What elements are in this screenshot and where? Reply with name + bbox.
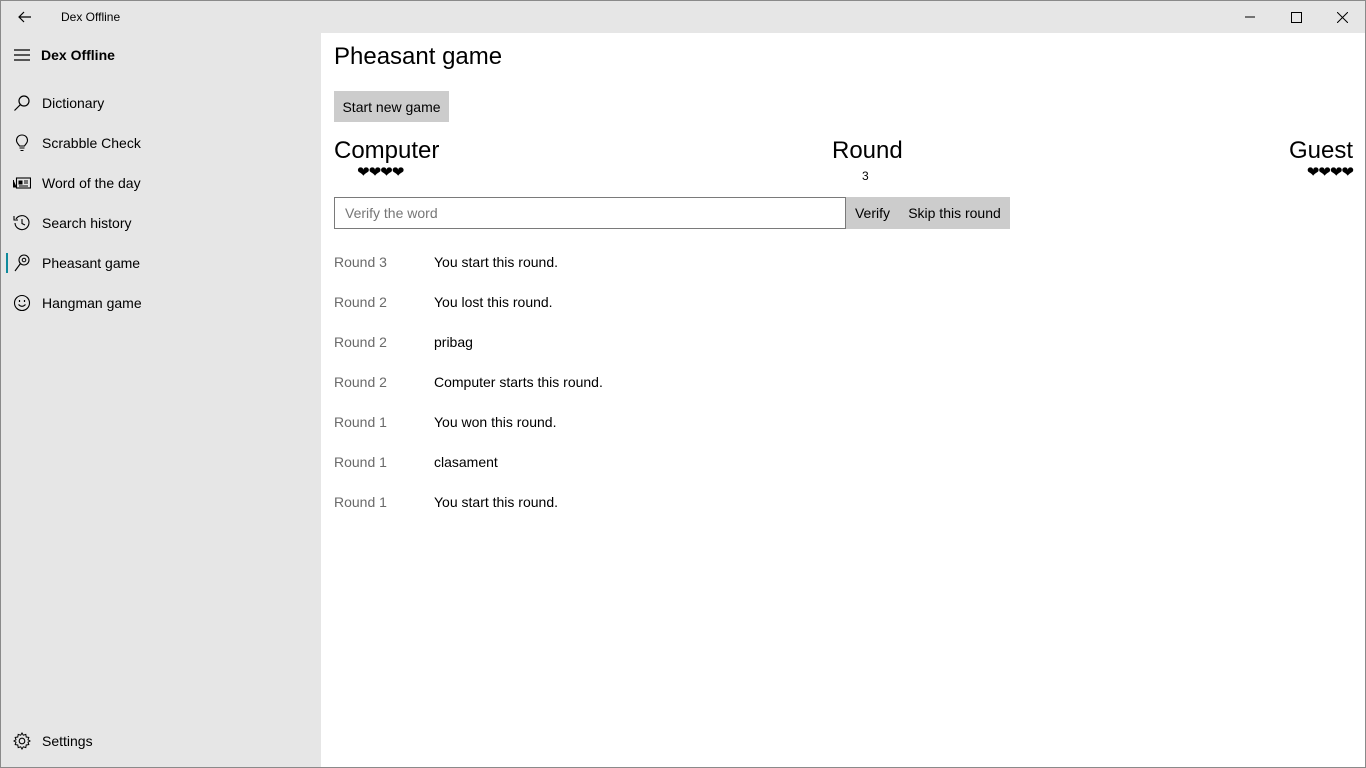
verify-word-input[interactable] bbox=[334, 197, 846, 229]
log-message: You start this round. bbox=[434, 494, 559, 510]
log-message: clasament bbox=[434, 454, 498, 470]
computer-player-label: Computer bbox=[334, 137, 440, 164]
sidebar-item-label: Search history bbox=[42, 215, 132, 231]
pane-toggle-button[interactable]: Dex Offline bbox=[1, 37, 321, 73]
search-icon bbox=[13, 94, 31, 112]
log-round-label: Round 3 bbox=[334, 254, 387, 270]
log-round-label: Round 2 bbox=[334, 294, 387, 310]
selection-indicator bbox=[6, 253, 8, 273]
sidebar-item-label: Pheasant game bbox=[42, 255, 141, 271]
list-item: Round 2 You lost this round. bbox=[334, 285, 1134, 325]
window-title: Dex Offline bbox=[61, 10, 121, 24]
round-label: Round bbox=[832, 137, 903, 164]
app-window: Dex Offline Dex Offline Dictionary Scrab… bbox=[0, 0, 1366, 768]
sidebar-item-pheasant-game[interactable]: Pheasant game bbox=[1, 243, 321, 283]
list-item: Round 1 You won this round. bbox=[334, 405, 1134, 445]
sidebar-item-label: Scrabble Check bbox=[42, 135, 141, 151]
pane-app-name: Dex Offline bbox=[41, 47, 115, 63]
title-bar: Dex Offline bbox=[1, 1, 1365, 33]
maximize-button[interactable] bbox=[1273, 1, 1319, 33]
log-round-label: Round 2 bbox=[334, 334, 387, 350]
sidebar-item-label: Dictionary bbox=[42, 95, 105, 111]
start-new-game-button[interactable]: Start new game bbox=[334, 91, 449, 122]
log-round-label: Round 1 bbox=[334, 414, 387, 430]
sidebar-item-dictionary[interactable]: Dictionary bbox=[1, 83, 321, 123]
sidebar-item-scrabble-check[interactable]: Scrabble Check bbox=[1, 123, 321, 163]
list-item: Round 2 Computer starts this round. bbox=[334, 365, 1134, 405]
sidebar-item-search-history[interactable]: Search history bbox=[1, 203, 321, 243]
close-button[interactable] bbox=[1319, 1, 1365, 33]
list-item: Round 3 You start this round. bbox=[334, 245, 1134, 285]
page-title: Pheasant game bbox=[334, 43, 503, 70]
maximize-icon bbox=[1290, 11, 1302, 23]
minimize-icon bbox=[1245, 12, 1255, 22]
log-round-label: Round 2 bbox=[334, 374, 387, 390]
sidebar-item-label: Word of the day bbox=[42, 175, 141, 191]
minimize-button[interactable] bbox=[1227, 1, 1273, 33]
arrow-left-icon bbox=[18, 11, 32, 23]
list-item: Round 1 You start this round. bbox=[334, 485, 1134, 525]
list-item: Round 2 pribag bbox=[334, 325, 1134, 365]
lightbulb-icon bbox=[13, 134, 31, 152]
gear-icon bbox=[13, 732, 31, 750]
sidebar-item-label: Settings bbox=[42, 733, 93, 749]
news-icon bbox=[13, 174, 31, 192]
log-message: Computer starts this round. bbox=[434, 374, 603, 390]
list-item: Round 1 clasament bbox=[334, 445, 1134, 485]
log-message: pribag bbox=[434, 334, 473, 350]
log-round-label: Round 1 bbox=[334, 494, 387, 510]
hamburger-menu-icon bbox=[13, 47, 31, 63]
main-content: Pheasant game Start new game Computer ❤❤… bbox=[321, 33, 1365, 767]
history-icon bbox=[13, 214, 31, 232]
round-number: 3 bbox=[862, 169, 869, 183]
map-pin-icon bbox=[13, 254, 31, 272]
log-message: You lost this round. bbox=[434, 294, 553, 310]
game-log-list: Round 3 You start this round. Round 2 Yo… bbox=[334, 245, 1134, 525]
navigation-pane: Dex Offline Dictionary Scrabble Check Wo… bbox=[1, 33, 321, 767]
guest-lives-hearts-icon: ❤❤❤❤ bbox=[1306, 164, 1354, 181]
computer-lives-hearts-icon: ❤❤❤❤ bbox=[357, 164, 404, 181]
smiley-icon bbox=[13, 294, 31, 312]
sidebar-item-hangman-game[interactable]: Hangman game bbox=[1, 283, 321, 323]
log-message: You start this round. bbox=[434, 254, 559, 270]
sidebar-item-settings[interactable]: Settings bbox=[1, 721, 321, 761]
log-message: You won this round. bbox=[434, 414, 557, 430]
close-icon bbox=[1336, 11, 1348, 23]
sidebar-item-label: Hangman game bbox=[42, 295, 142, 311]
skip-round-button[interactable]: Skip this round bbox=[899, 197, 1010, 229]
guest-player-label: Guest bbox=[1288, 137, 1353, 164]
verify-button[interactable]: Verify bbox=[846, 197, 899, 229]
sidebar-item-word-of-the-day[interactable]: Word of the day bbox=[1, 163, 321, 203]
log-round-label: Round 1 bbox=[334, 454, 387, 470]
back-button[interactable] bbox=[1, 1, 49, 33]
